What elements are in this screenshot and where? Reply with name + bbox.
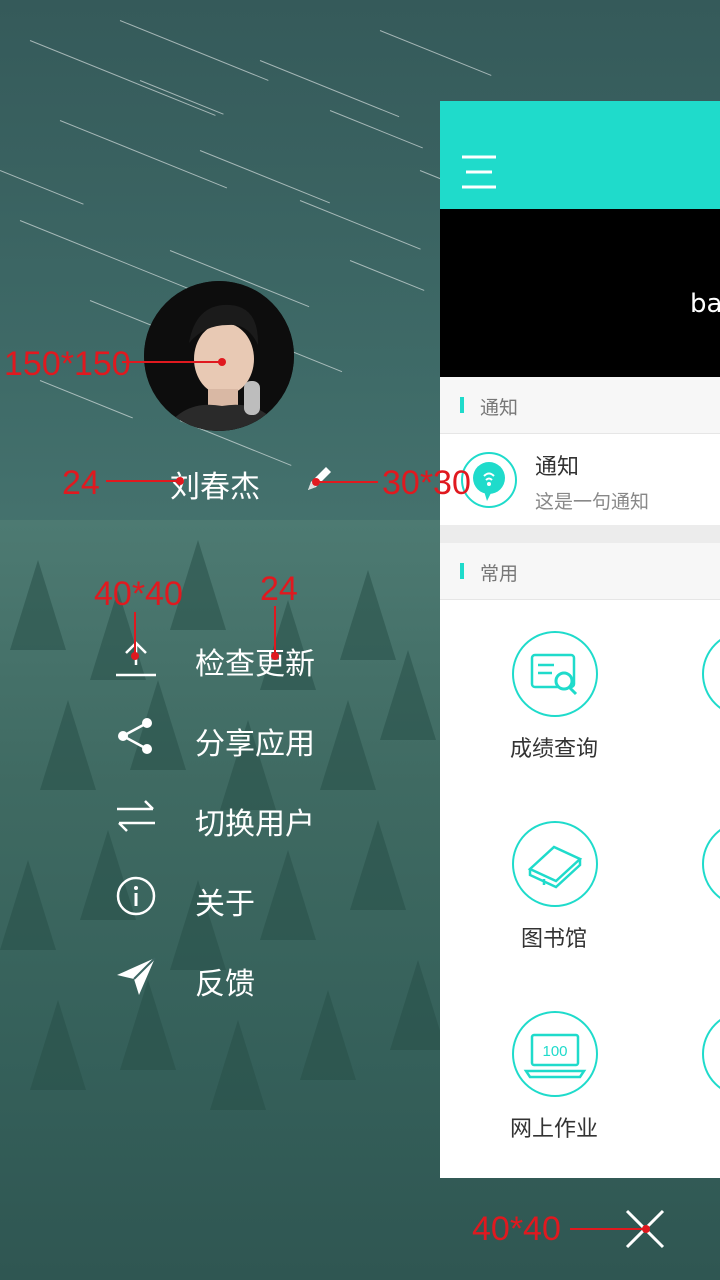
tree xyxy=(380,650,436,740)
annotation-avatar-size: 150*150 xyxy=(4,345,131,383)
annotation-dot xyxy=(218,358,226,366)
menu-item-about[interactable]: 关于 xyxy=(115,865,375,925)
annotation-edit-size: 30*30 xyxy=(382,464,471,502)
grid-label: 电 xyxy=(630,1111,720,1143)
banner[interactable] xyxy=(440,209,720,377)
common-section-header: 常用 xyxy=(440,543,720,600)
menu-item-label: 切换用户 xyxy=(195,807,315,842)
annotation-dot xyxy=(176,477,184,485)
grid-label: 校 xyxy=(630,921,720,953)
school-icon xyxy=(702,821,720,907)
annotation-menu-font: 24 xyxy=(260,570,298,608)
main-page-preview[interactable]: ba 通知 通知 这是一句通知 常用 成绩查询 图书馆 100 网上作业 xyxy=(440,101,720,1178)
tree xyxy=(210,1020,266,1110)
menu-item-label: 关于 xyxy=(195,887,255,922)
tree xyxy=(10,560,66,650)
notice-item[interactable]: 通知 这是一句通知 xyxy=(440,435,720,525)
tree xyxy=(40,700,96,790)
svg-text:100: 100 xyxy=(542,1043,567,1060)
menu-item-label: 反馈 xyxy=(195,967,255,1002)
tree xyxy=(30,1000,86,1090)
grade-icon xyxy=(512,631,598,717)
annotation-menu-icon-size: 40*40 xyxy=(94,575,183,613)
notice-title: 通知 xyxy=(535,455,580,480)
annotation-line xyxy=(122,361,222,363)
menu-item-switch-user[interactable]: 切换用户 xyxy=(115,785,375,845)
power-icon xyxy=(702,1011,720,1097)
section-bar xyxy=(460,563,464,579)
section-bar xyxy=(460,397,464,413)
menu-item-label: 检查更新 xyxy=(195,647,315,682)
book-icon xyxy=(512,821,598,907)
annotation-line xyxy=(106,480,182,482)
send-icon xyxy=(115,955,157,997)
annotation-dot xyxy=(312,478,320,486)
menu-item-share[interactable]: 分享应用 xyxy=(115,705,375,765)
section-title: 常用 xyxy=(480,563,519,585)
grid-item-library[interactable]: 图书馆 xyxy=(440,821,620,1001)
grid-label: 课 xyxy=(630,731,720,763)
app-bar xyxy=(440,101,720,209)
avatar[interactable] xyxy=(144,281,294,431)
grid-item-homework[interactable]: 100 网上作业 xyxy=(440,1011,620,1178)
grid-item-course[interactable]: 课 xyxy=(630,631,720,811)
annotation-dot xyxy=(642,1225,650,1233)
tree xyxy=(390,960,446,1050)
menu-icon[interactable] xyxy=(460,153,498,191)
section-title: 通知 xyxy=(480,397,519,419)
divider xyxy=(440,525,720,543)
annotation-dot xyxy=(131,652,139,660)
share-icon xyxy=(115,715,157,757)
tree xyxy=(0,860,56,950)
homework-icon: 100 xyxy=(512,1011,598,1097)
notice-text: 这是一句通知 xyxy=(535,491,650,513)
annotation-dot xyxy=(271,652,279,660)
grid-item-school[interactable]: 校 xyxy=(630,821,720,1001)
annotation-line xyxy=(274,606,276,656)
annotation-line xyxy=(570,1228,648,1230)
grid-item-grades[interactable]: 成绩查询 xyxy=(440,631,620,811)
notice-section-header: 通知 xyxy=(440,377,720,434)
annotation-close-size: 40*40 xyxy=(472,1210,561,1248)
menu-item-label: 分享应用 xyxy=(195,727,315,762)
annotation-name-font: 24 xyxy=(62,464,100,502)
username: 刘春杰 xyxy=(170,470,260,505)
course-icon xyxy=(702,631,720,717)
menu-item-feedback[interactable]: 反馈 xyxy=(115,945,375,1005)
banner-text: ba xyxy=(690,289,720,319)
swap-icon xyxy=(115,795,157,837)
annotation-line xyxy=(134,612,136,656)
menu-item-check-update[interactable]: 检查更新 xyxy=(115,625,375,685)
annotation-line xyxy=(316,481,378,483)
grid-item-power[interactable]: 电 xyxy=(630,1011,720,1178)
info-icon xyxy=(115,875,157,917)
